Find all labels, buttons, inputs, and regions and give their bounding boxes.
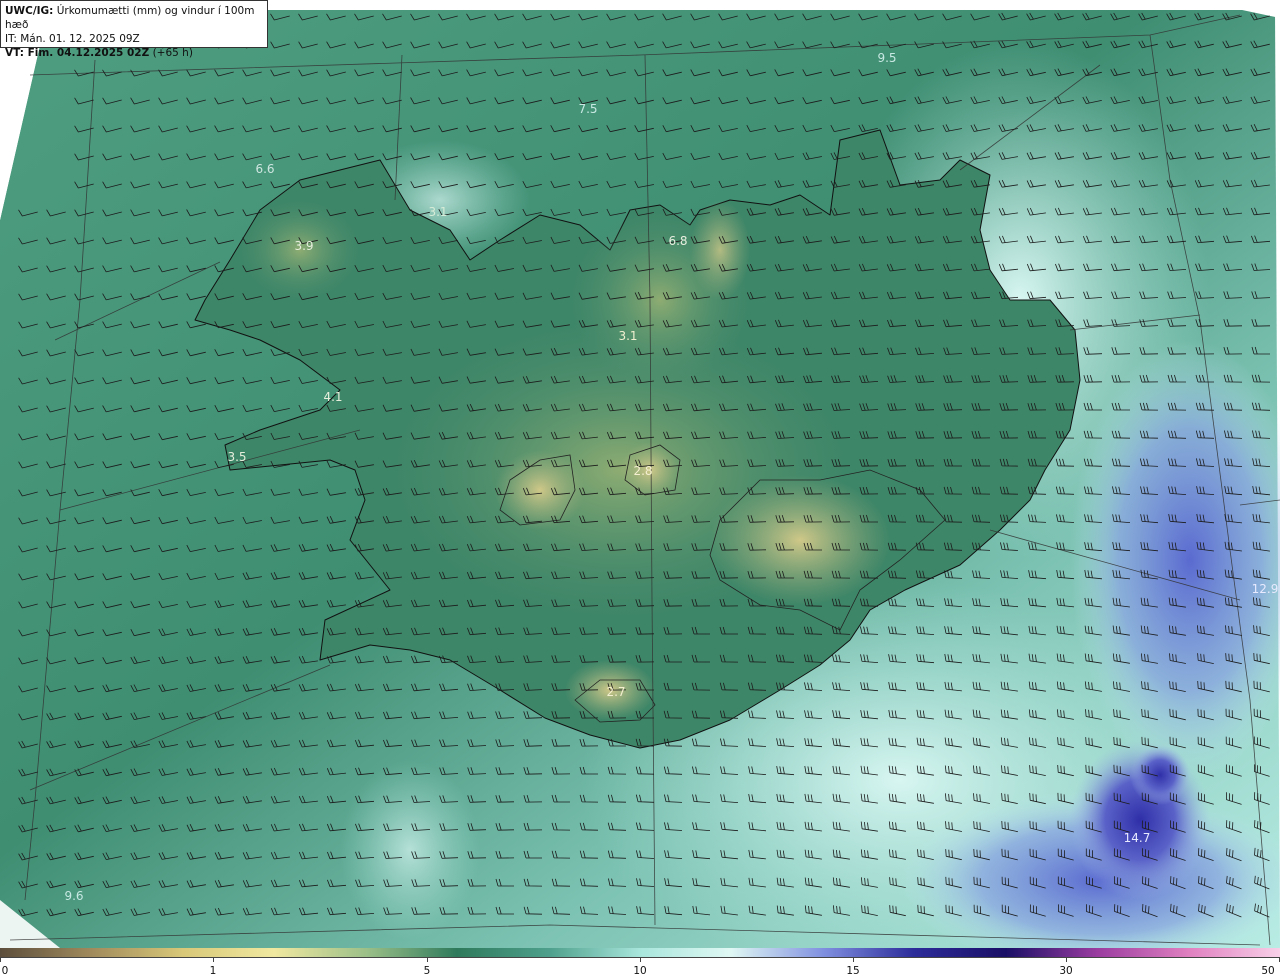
colorbar-tick-30: 30 xyxy=(1059,965,1073,977)
point-value-label: 9.5 xyxy=(877,51,896,65)
header-line-init-time: IT: Mán. 01. 12. 2025 09Z xyxy=(5,33,140,45)
point-value-label: 6.6 xyxy=(255,162,274,176)
map-header: UWC/IG: Úrkomumætti (mm) og vindur í 100… xyxy=(0,0,268,59)
point-value-label: 3.5 xyxy=(227,450,246,464)
model-code: UWC/IG: xyxy=(5,5,54,17)
colorbar-strip xyxy=(0,948,1280,958)
colorbar-tick-10: 10 xyxy=(633,965,647,977)
header-line-title: UWC/IG: Úrkomumætti (mm) og vindur í 100… xyxy=(5,4,263,32)
point-value-label: 2.8 xyxy=(633,464,652,478)
point-value-label: 2.7 xyxy=(606,685,625,699)
colorbar-tick-5: 5 xyxy=(423,965,431,977)
point-value-label: 14.7 xyxy=(1124,831,1151,845)
point-value-label: 12.9 xyxy=(1252,582,1279,596)
point-value-label: 4.1 xyxy=(323,390,342,404)
point-value-label: 3.1 xyxy=(618,329,637,343)
point-value-label: 3.9 xyxy=(294,239,313,253)
point-value-label: 6.8 xyxy=(668,234,687,248)
colorbar-tick-1: 1 xyxy=(209,965,217,977)
precipitation-map: 9.5 7.5 6.6 3.1 6.8 3.9 3.1 4.1 3.5 2.8 12.9 2.7 14.… xyxy=(0,0,1280,948)
point-value-label: 7.5 xyxy=(578,102,597,116)
header-line-valid-time: VT: Fim. 04.12.2025 02Z (+65 h) xyxy=(5,46,263,60)
colorbar-tick-0: 0 xyxy=(1,965,9,977)
point-value-label: 9.6 xyxy=(64,889,83,903)
lead-time: (+65 h) xyxy=(149,47,193,59)
colorbar-tick-50: 50 xyxy=(1261,965,1275,977)
valid-time: VT: Fim. 04.12.2025 02Z xyxy=(5,47,150,59)
point-value-label: 3.1 xyxy=(428,205,447,219)
colorbar: 0 1 5 10 15 30 50 xyxy=(0,948,1280,978)
colorbar-tick-15: 15 xyxy=(846,965,860,977)
